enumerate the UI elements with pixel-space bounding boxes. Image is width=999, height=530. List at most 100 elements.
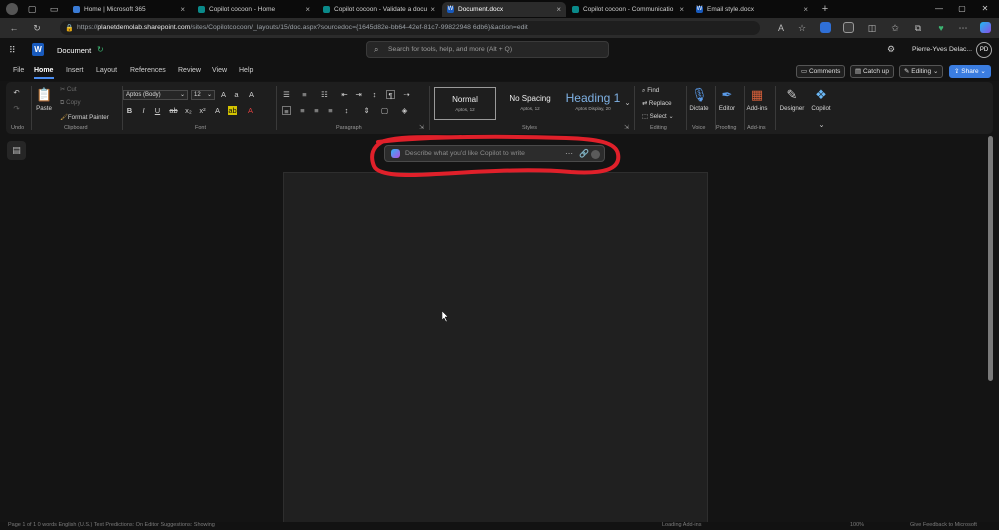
maximize-icon[interactable]: ▢ — [951, 2, 973, 16]
settings-gear-icon[interactable]: ⚙ — [887, 44, 895, 55]
browser-tab-copilot-home[interactable]: Copilot cocoon - Home × — [193, 2, 315, 17]
tab-review[interactable]: Review — [178, 67, 201, 74]
favorites-icon[interactable]: ✩ — [889, 22, 901, 34]
url-field[interactable]: 🔒 https://planetdemolab.sharepoint.com/s… — [60, 21, 760, 35]
sort-icon[interactable]: ↕ — [370, 90, 379, 99]
copilot-button[interactable]: ❖ Copilot — [806, 87, 836, 112]
browser-tab-communication[interactable]: Copilot cocoon - Communicatio × — [567, 2, 689, 17]
more-options-icon[interactable]: ⋯ — [957, 22, 969, 34]
catch-up-button[interactable]: ▤ Catch up — [850, 65, 894, 78]
style-normal[interactable]: Normal Aptos, 12 — [434, 87, 496, 120]
tab-home[interactable]: Home — [34, 67, 53, 74]
close-tab-icon[interactable]: × — [803, 5, 808, 14]
minimize-icon[interactable]: — — [928, 2, 950, 16]
superscript-icon[interactable]: x² — [198, 106, 207, 115]
tab-view[interactable]: View — [212, 67, 227, 74]
editor-button[interactable]: ✒ Editor — [713, 87, 741, 112]
split-screen-icon[interactable]: ◫ — [866, 22, 878, 34]
chevron-down-icon[interactable]: ⌄ — [817, 120, 826, 129]
close-window-icon[interactable]: ✕ — [974, 2, 996, 16]
browser-tab-document[interactable]: W Document.docx × — [442, 2, 566, 17]
editing-mode-button[interactable]: ✎ Editing ⌄ — [899, 65, 944, 78]
show-formatting-icon[interactable]: ¶ — [386, 90, 395, 100]
cut-button[interactable]: ✂ Cut — [60, 86, 77, 93]
bold-icon[interactable]: B — [125, 106, 134, 115]
favorite-star-icon[interactable]: ☆ — [796, 22, 808, 34]
shading-icon[interactable]: ◈ — [400, 106, 409, 115]
profile-icon[interactable] — [6, 3, 18, 15]
tab-file[interactable]: File — [13, 67, 24, 74]
line-spacing-icon[interactable]: ↕ — [342, 106, 351, 115]
ltr-icon[interactable]: ⇢ — [402, 90, 411, 99]
replace-button[interactable]: ⇄ Replace — [642, 100, 672, 107]
health-icon[interactable]: ♥ — [935, 22, 947, 34]
read-aloud-icon[interactable]: A — [775, 22, 787, 34]
shrink-font-icon[interactable]: a — [232, 90, 241, 99]
close-tab-icon[interactable]: × — [180, 5, 185, 14]
numbering-icon[interactable]: ≡ — [300, 90, 309, 99]
styles-more-icon[interactable]: ⌄ — [623, 98, 632, 107]
font-color-icon[interactable]: A — [246, 106, 255, 115]
style-heading-1[interactable]: Heading 1 Aptos Display, 20 — [562, 87, 624, 120]
paste-button[interactable]: 📋 Paste — [32, 87, 56, 112]
font-size-dropdown[interactable]: 12 ⌄ — [191, 90, 215, 100]
underline-icon[interactable]: U — [153, 106, 162, 115]
navigation-pane-icon[interactable]: ▤ — [7, 141, 26, 160]
paragraph-spacing-icon[interactable]: ⇕ — [362, 106, 371, 115]
close-tab-icon[interactable]: × — [305, 5, 310, 14]
multilevel-list-icon[interactable]: ☷ — [320, 90, 329, 99]
font-name-dropdown[interactable]: Aptos (Body) ⌄ — [123, 90, 188, 100]
tab-references[interactable]: References — [130, 67, 166, 74]
grow-font-icon[interactable]: A — [219, 90, 228, 99]
browser-tab-email-style[interactable]: W Email style.docx × — [691, 2, 813, 17]
browser-tab-validate[interactable]: Copilot cocoon - Validate a docu × — [318, 2, 440, 17]
decrease-indent-icon[interactable]: ⇤ — [340, 90, 349, 99]
search-box[interactable]: ⌕ Search for tools, help, and more (Alt … — [366, 41, 609, 58]
back-icon[interactable]: ← — [8, 22, 20, 34]
copilot-sidebar-icon[interactable] — [980, 22, 991, 33]
tab-actions-icon[interactable]: ▭ — [48, 3, 60, 15]
tab-insert[interactable]: Insert — [66, 67, 84, 74]
select-button[interactable]: ⬚ Select ⌄ — [642, 113, 674, 120]
vertical-scrollbar[interactable] — [988, 136, 993, 381]
designer-button[interactable]: ✎ Designer — [777, 87, 807, 112]
clear-formatting-icon[interactable]: A — [247, 90, 256, 99]
tab-layout[interactable]: Layout — [96, 67, 117, 74]
borders-icon[interactable]: ▢ — [380, 106, 389, 115]
find-button[interactable]: ⌕ Find — [642, 87, 659, 95]
close-tab-icon[interactable]: × — [430, 5, 435, 14]
italic-icon[interactable]: I — [139, 106, 148, 115]
align-center-icon[interactable]: ≡ — [298, 106, 307, 115]
close-tab-icon[interactable]: × — [679, 5, 684, 14]
avatar[interactable]: PD — [976, 42, 992, 58]
extension-icon[interactable] — [820, 22, 831, 33]
close-tab-icon[interactable]: × — [556, 5, 561, 14]
share-button[interactable]: ⇪ Share ⌄ — [949, 65, 991, 78]
bullets-icon[interactable]: ☰ — [282, 90, 291, 99]
justify-icon[interactable]: ≡ — [326, 106, 335, 115]
styles-settings-icon[interactable]: ⇲ — [624, 124, 629, 131]
strikethrough-icon[interactable]: ab — [169, 106, 178, 115]
workspaces-icon[interactable]: ▢ — [26, 3, 38, 15]
highlight-icon[interactable]: ab — [228, 106, 237, 115]
collections-icon[interactable]: ⧉ — [912, 22, 924, 34]
extension-icon[interactable] — [843, 22, 854, 33]
style-no-spacing[interactable]: No Spacing Aptos, 12 — [500, 87, 560, 120]
browser-tab-home-m365[interactable]: Home | Microsoft 365 × — [68, 2, 190, 17]
subscript-icon[interactable]: x₂ — [184, 106, 193, 115]
increase-indent-icon[interactable]: ⇥ — [354, 90, 363, 99]
feedback-link[interactable]: Give Feedback to Microsoft — [910, 522, 977, 528]
refresh-icon[interactable]: ↻ — [31, 22, 43, 34]
redo-icon[interactable]: ↷ — [12, 104, 21, 113]
comments-button[interactable]: ▭ Comments — [796, 65, 846, 78]
add-ins-button[interactable]: ▦ Add-ins — [743, 87, 771, 112]
document-title[interactable]: Document — [57, 46, 91, 55]
zoom-level[interactable]: 100% — [850, 522, 864, 528]
text-effects-icon[interactable]: A — [213, 106, 222, 115]
dictate-button[interactable]: 🎙 Dictate — [685, 87, 713, 112]
new-tab-button[interactable]: + — [819, 3, 831, 15]
copy-button[interactable]: ⧉ Copy — [60, 99, 81, 107]
app-launcher-icon[interactable]: ⠿ — [9, 45, 16, 56]
paragraph-settings-icon[interactable]: ⇲ — [419, 124, 424, 131]
align-left-icon[interactable]: ≡ — [282, 106, 291, 116]
